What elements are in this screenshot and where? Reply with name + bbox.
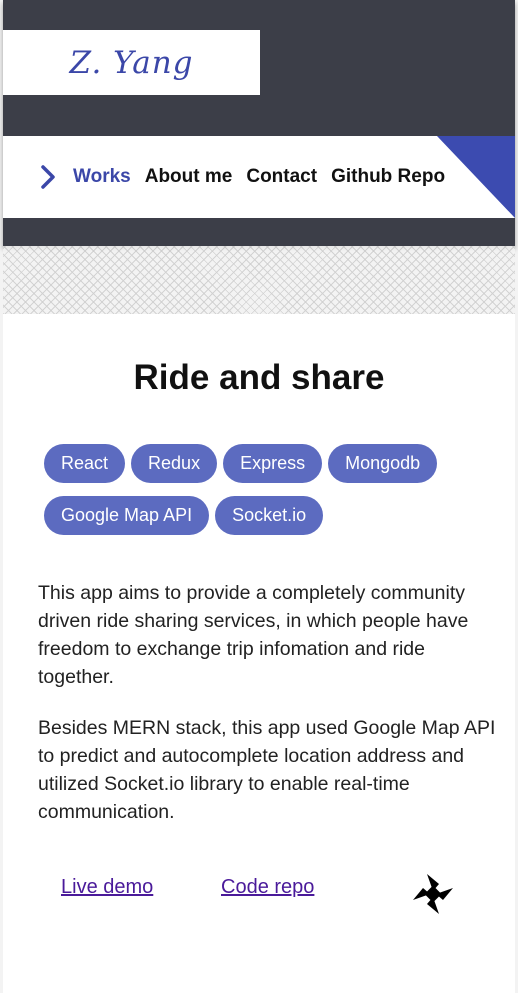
- main-nav: Works About me Contact Github Repo: [3, 136, 515, 218]
- tag-react: React: [44, 444, 126, 483]
- project-description-2: Besides MERN stack, this app used Google…: [38, 717, 496, 823]
- tech-tag-list: React Redux Express Mongodb Google Map A…: [44, 444, 484, 548]
- nav-item-about-me[interactable]: About me: [145, 166, 233, 188]
- tag-express: Express: [223, 444, 323, 483]
- chevron-right-icon: [39, 165, 61, 189]
- project-description-1: This app aims to provide a completely co…: [38, 582, 469, 688]
- tag-redux: Redux: [131, 444, 218, 483]
- site-header: Z. Yang Works About me Contact Github Re…: [3, 0, 515, 246]
- live-demo-link[interactable]: Live demo: [61, 876, 153, 899]
- nav-item-contact[interactable]: Contact: [246, 166, 317, 188]
- logo[interactable]: Z. Yang: [3, 30, 260, 95]
- diagonal-pattern-band: [3, 246, 515, 314]
- project-title: Ride and share: [133, 358, 385, 397]
- nav-item-github-repo[interactable]: Github Repo: [331, 166, 445, 188]
- logo-text: Z. Yang: [69, 44, 194, 81]
- project-links: Live demo Code repo: [3, 872, 515, 914]
- tag-google-map-api: Google Map API: [44, 496, 210, 535]
- code-repo-link[interactable]: Code repo: [221, 876, 314, 899]
- tag-mongodb: Mongodb: [328, 444, 438, 483]
- nav-item-works[interactable]: Works: [73, 166, 131, 188]
- tag-socket-io: Socket.io: [215, 496, 324, 535]
- pinwheel-spinner-icon: [411, 872, 455, 916]
- nav-list: Works About me Contact Github Repo: [39, 136, 459, 218]
